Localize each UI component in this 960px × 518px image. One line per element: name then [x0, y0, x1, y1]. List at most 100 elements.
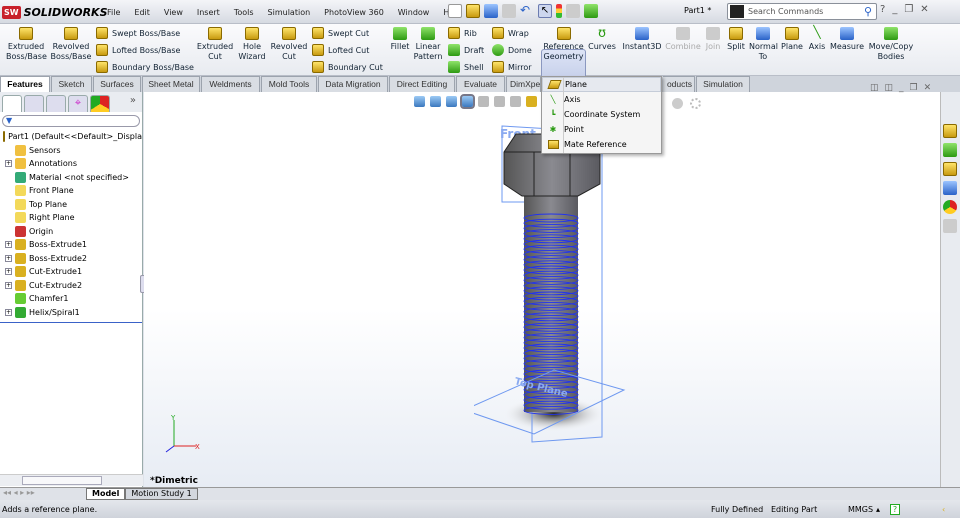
menu-file[interactable]: File: [100, 8, 127, 17]
tab-weldments[interactable]: Weldments: [201, 76, 260, 92]
isometric-view-icon[interactable]: [430, 96, 441, 107]
revolved-boss-button[interactable]: Revolved Boss/Base: [50, 24, 92, 62]
expand-toggle-icon[interactable]: +: [5, 268, 12, 276]
fillet-button[interactable]: Fillet: [388, 24, 412, 52]
menu-photoview[interactable]: PhotoView 360: [317, 8, 391, 17]
viewport-minimize-icon[interactable]: _: [899, 83, 904, 93]
tree-item[interactable]: +Top Plane: [0, 198, 142, 212]
tab-sketch[interactable]: Sketch: [51, 76, 92, 92]
save-icon[interactable]: [484, 4, 498, 18]
menu-view[interactable]: View: [157, 8, 190, 17]
tab-motion-study-1[interactable]: Motion Study 1: [125, 488, 198, 500]
search-icon[interactable]: ⚲: [864, 5, 872, 18]
reference-geometry-label[interactable]: Reference Geometry: [541, 24, 586, 62]
file-explorer-icon[interactable]: [943, 162, 957, 176]
tree-item[interactable]: + Annotations: [0, 157, 142, 171]
wrap-button[interactable]: Wrap: [492, 27, 529, 39]
boundary-boss-button[interactable]: Boundary Boss/Base: [96, 61, 194, 73]
open-folder-icon[interactable]: [466, 4, 480, 18]
tree-filter-input[interactable]: ▼: [2, 115, 140, 127]
tab-scroll-arrows[interactable]: ◂◂ ◂ ▸ ▸▸: [0, 488, 86, 500]
new-document-icon[interactable]: [448, 4, 462, 18]
viewport-restore-icon[interactable]: ❐: [910, 83, 918, 93]
tree-item[interactable]: + Helix/Spiral1: [0, 306, 142, 320]
print-icon[interactable]: [502, 4, 516, 18]
plane-button[interactable]: Plane: [780, 24, 804, 52]
expand-toggle-icon[interactable]: +: [5, 254, 12, 262]
shell-button[interactable]: Shell: [448, 61, 484, 73]
boundary-cut-button[interactable]: Boundary Cut: [312, 61, 383, 73]
tree-item[interactable]: +Material <not specified>: [0, 171, 142, 185]
units-selector[interactable]: MMGS: [848, 505, 873, 514]
search-commands-input[interactable]: Search Commands ⚲: [727, 3, 877, 20]
tab-model[interactable]: Model: [86, 488, 126, 500]
units-dropdown-icon[interactable]: ▴: [876, 505, 880, 514]
axis-button[interactable]: ╲ Axis: [806, 24, 828, 52]
tree-item[interactable]: +Right Plane: [0, 211, 142, 225]
draft-button[interactable]: Draft: [448, 44, 484, 56]
extruded-boss-button[interactable]: Extruded Boss/Base: [6, 24, 47, 62]
instant3d-button[interactable]: Instant3D: [622, 24, 662, 52]
solidworks-resources-icon[interactable]: [943, 124, 957, 138]
tree-item[interactable]: + Cut-Extrude2: [0, 279, 142, 293]
menu-tools[interactable]: Tools: [227, 8, 261, 17]
feature-manager-tab-icon[interactable]: [2, 95, 22, 112]
split-button[interactable]: Split: [725, 24, 747, 52]
scrollbar-thumb[interactable]: [22, 476, 102, 485]
linear-pattern-button[interactable]: Linear Pattern: [412, 24, 444, 62]
join-button[interactable]: Join: [704, 24, 722, 52]
dome-button[interactable]: Dome: [492, 44, 532, 56]
tab-sheet-metal[interactable]: Sheet Metal: [142, 76, 200, 92]
restore-icon[interactable]: ❐: [904, 4, 913, 15]
horizontal-scrollbar[interactable]: [0, 474, 143, 486]
menu-item-mate-reference[interactable]: Mate Reference: [542, 137, 661, 152]
split-view-2-icon[interactable]: ◫: [885, 83, 894, 93]
normal-to-view-icon[interactable]: [414, 96, 425, 107]
tree-item[interactable]: +Origin: [0, 225, 142, 239]
hole-wizard-button[interactable]: Hole Wizard: [236, 24, 268, 62]
move-copy-bodies-button[interactable]: Move/Copy Bodies: [866, 24, 916, 62]
expand-toggle-icon[interactable]: +: [5, 308, 12, 316]
normal-to-button[interactable]: Normal To: [749, 24, 778, 62]
help-icon[interactable]: ?: [880, 4, 885, 15]
tab-features[interactable]: Features: [0, 76, 50, 92]
rollback-bar[interactable]: [0, 322, 142, 323]
bolt-model[interactable]: Front Top Plane: [474, 122, 634, 462]
menu-window[interactable]: Window: [391, 8, 437, 17]
menu-item-coordinate-system[interactable]: ┗ Coordinate System: [542, 107, 661, 122]
measure-button[interactable]: Measure: [830, 24, 864, 52]
split-view-icon[interactable]: ◫: [870, 83, 879, 93]
rebuild-icon[interactable]: [556, 4, 562, 18]
minimize-icon[interactable]: _: [892, 4, 897, 15]
design-library-icon[interactable]: [943, 143, 957, 157]
collapse-icon[interactable]: ‹: [942, 505, 945, 514]
configuration-manager-tab-icon[interactable]: [46, 95, 66, 112]
lofted-boss-button[interactable]: Lofted Boss/Base: [96, 44, 180, 56]
apply-scene-icon[interactable]: [672, 98, 683, 109]
options-icon[interactable]: [584, 4, 598, 18]
zoom-to-area-icon[interactable]: [494, 96, 505, 107]
tree-item[interactable]: + Cut-Extrude1: [0, 265, 142, 279]
lofted-cut-button[interactable]: Lofted Cut: [312, 44, 369, 56]
rib-button[interactable]: Rib: [448, 27, 477, 39]
menu-insert[interactable]: Insert: [190, 8, 227, 17]
swept-boss-button[interactable]: Swept Boss/Base: [96, 27, 180, 39]
tree-root-part1[interactable]: Part1 (Default<<Default>_Displa: [0, 130, 142, 144]
dimxpert-manager-tab-icon[interactable]: ⌖: [68, 95, 88, 112]
previous-view-icon[interactable]: [510, 96, 521, 107]
file-properties-icon[interactable]: [566, 4, 580, 18]
menu-item-axis[interactable]: ╲ Axis: [542, 92, 661, 107]
property-manager-tab-icon[interactable]: [24, 95, 44, 112]
swept-cut-button[interactable]: Swept Cut: [312, 27, 369, 39]
menu-edit[interactable]: Edit: [127, 8, 157, 17]
combine-button[interactable]: Combine: [664, 24, 702, 52]
section-view-icon[interactable]: [526, 96, 537, 107]
tab-sw-products[interactable]: oducts: [663, 76, 695, 92]
tab-data-migration[interactable]: Data Migration: [318, 76, 388, 92]
expand-toggle-icon[interactable]: +: [5, 160, 12, 168]
revolved-cut-button[interactable]: Revolved Cut: [270, 24, 308, 62]
trimetric-view-icon[interactable]: [446, 96, 457, 107]
dimetric-view-icon[interactable]: [460, 94, 475, 109]
help-status-icon[interactable]: ?: [890, 503, 900, 515]
select-arrow-icon[interactable]: ↖: [538, 4, 552, 18]
